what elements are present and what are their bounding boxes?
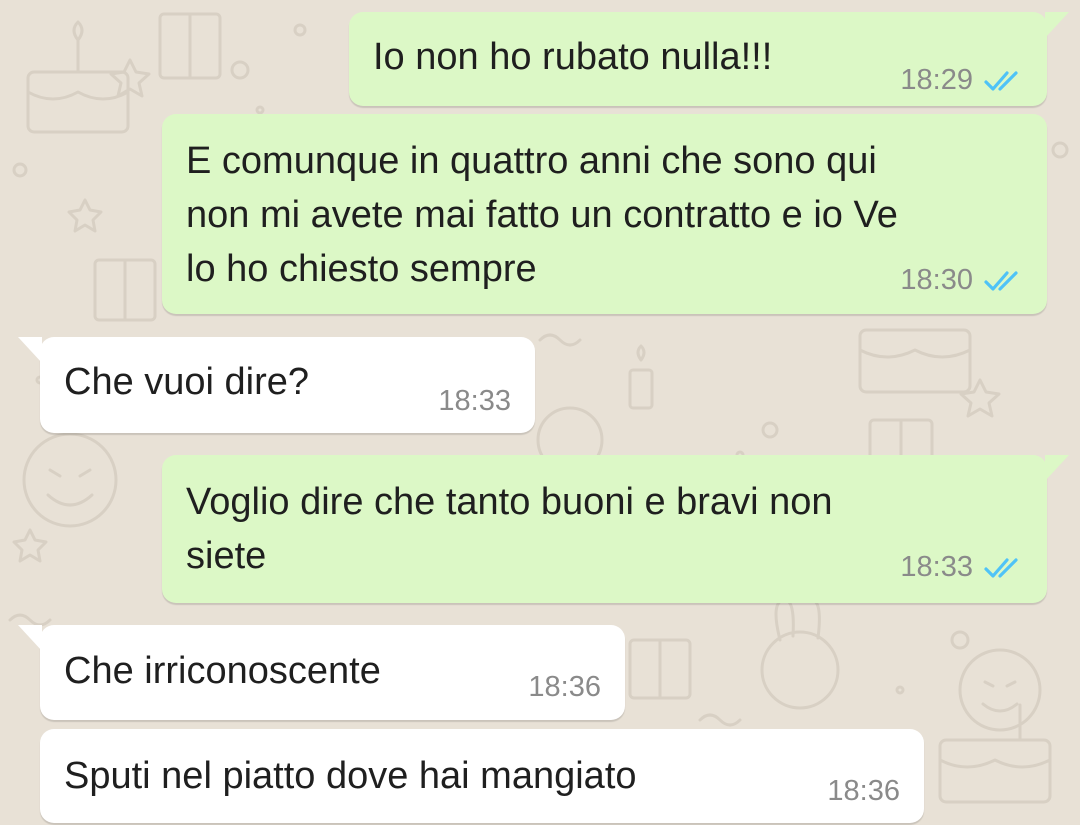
double-check-read-icon <box>984 270 1018 291</box>
message-bubble-incoming[interactable]: Che irriconoscente 18:36 <box>18 625 625 720</box>
bubble-tail <box>1045 455 1069 481</box>
message-text: Che vuoi dire? <box>64 361 310 403</box>
message-text: Sputi nel piatto dove hai mangiato <box>64 755 637 797</box>
chat-thread: Io non ho rubato nulla!!! 18:29 E comunq… <box>0 0 1080 825</box>
message-bubble-incoming[interactable]: Sputi nel piatto dove hai mangiato 18:36 <box>40 729 924 823</box>
message-bubble-incoming[interactable]: Che vuoi dire? 18:33 <box>18 337 535 433</box>
message-text: Io non ho rubato nulla!!! <box>373 36 773 78</box>
message-time: 18:36 <box>827 775 900 807</box>
message-time: 18:29 <box>900 64 973 96</box>
bubble-tail <box>18 337 42 363</box>
message-text: Voglio dire che tanto buoni e bravi non … <box>186 481 833 577</box>
message-time: 18:30 <box>900 264 973 296</box>
message-bubble-outgoing[interactable]: Voglio dire che tanto buoni e bravi non … <box>162 455 1069 603</box>
message-time: 18:36 <box>528 671 601 703</box>
double-check-read-icon <box>984 70 1018 91</box>
double-check-read-icon <box>984 557 1018 578</box>
message-text: E comunque in quattro anni che sono qui … <box>186 140 898 290</box>
bubble-tail <box>18 625 42 651</box>
message-time: 18:33 <box>900 551 973 583</box>
bubble-tail <box>1045 12 1069 38</box>
message-time: 18:33 <box>438 385 511 417</box>
message-bubble-outgoing[interactable]: Io non ho rubato nulla!!! 18:29 <box>349 12 1069 106</box>
message-text: Che irriconoscente <box>64 650 381 692</box>
message-bubble-outgoing[interactable]: E comunque in quattro anni che sono qui … <box>162 114 1047 314</box>
